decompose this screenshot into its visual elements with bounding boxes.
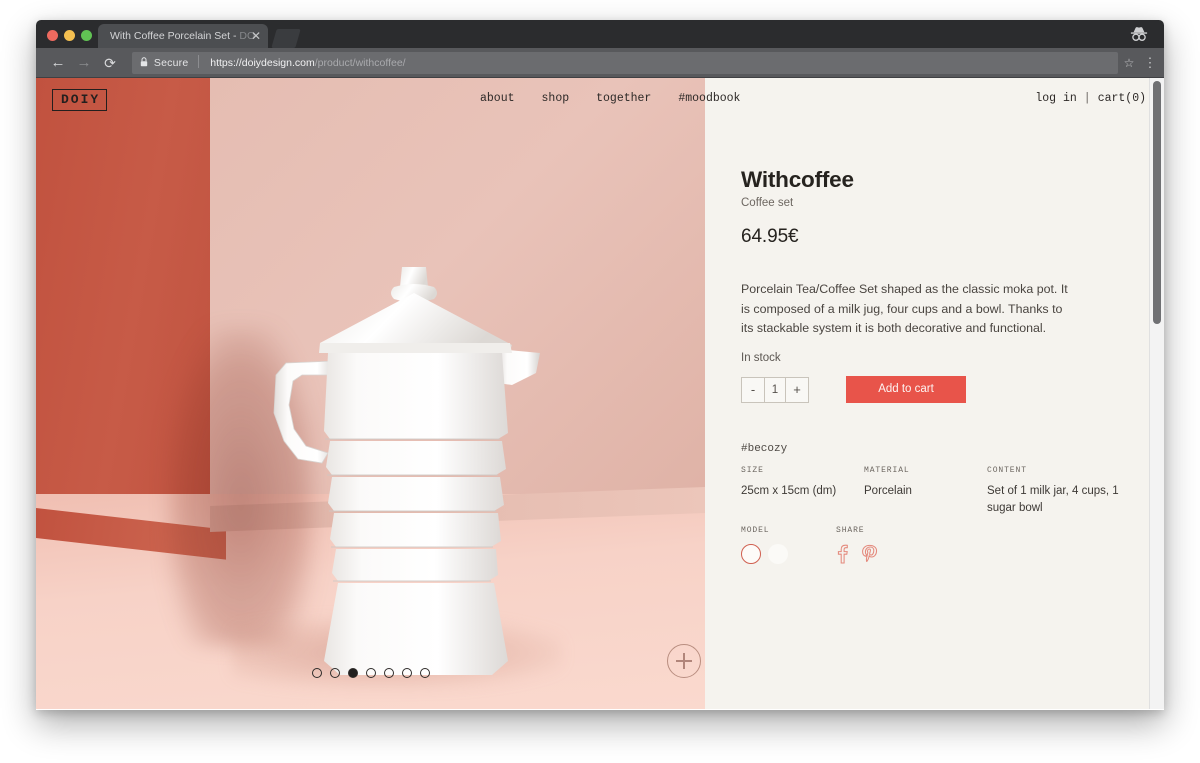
product-title: Withcoffee — [741, 167, 854, 192]
secure-label: Secure — [153, 57, 189, 69]
model-swatch-list — [741, 544, 788, 564]
bookmark-star-icon[interactable]: ☆ — [1118, 48, 1140, 78]
new-tab-button[interactable] — [271, 29, 301, 48]
close-icon[interactable]: ✕ — [251, 24, 261, 48]
quantity-input[interactable]: 1 — [764, 378, 786, 402]
page-viewport: DOIY about shop together #moodbook log i… — [36, 78, 1164, 709]
browser-tab-title: With Coffee Porcelain Set - — [110, 30, 240, 42]
product-specs: SIZE 25cm x 15cm (dm) MATERIAL Porcelain… — [741, 466, 1131, 518]
pinterest-icon[interactable] — [861, 544, 878, 564]
back-icon[interactable]: ← — [46, 48, 70, 78]
spec-material: MATERIAL Porcelain — [864, 466, 987, 518]
spec-content-label: CONTENT — [987, 466, 1027, 475]
browser-window: With Coffee Porcelain Set - DO ✕ ← → ⟳ S… — [36, 20, 1164, 710]
share-icon-list — [836, 544, 878, 564]
model-label: MODEL — [741, 526, 770, 535]
omnibox-divider — [198, 55, 200, 68]
login-link[interactable]: log in — [1035, 92, 1076, 105]
quantity-increment-button[interactable]: + — [786, 378, 808, 402]
spec-size-label: SIZE — [741, 466, 764, 475]
spec-size: SIZE 25cm x 15cm (dm) — [741, 466, 864, 518]
browser-tab-strip: With Coffee Porcelain Set - DO ✕ — [36, 20, 1164, 48]
carousel-dot-6[interactable] — [401, 668, 412, 678]
browser-toolbar: ← → ⟳ Secure https://doiydesign.com/prod… — [36, 48, 1164, 78]
product-info-panel: Withcoffee Coffee set 64.95€ Porcelain T… — [705, 78, 1164, 709]
main-nav: about shop together #moodbook — [480, 92, 740, 105]
nav-item-about[interactable]: about — [480, 92, 515, 105]
product-gallery[interactable] — [36, 78, 705, 709]
url-host: https://doiydesign.com — [210, 57, 315, 69]
model-selector: MODEL — [741, 526, 788, 564]
share-block: SHARE — [836, 526, 878, 564]
carousel-dot-1[interactable] — [311, 668, 322, 678]
nav-item-moodbook[interactable]: #moodbook — [678, 92, 740, 105]
incognito-icon — [1130, 27, 1148, 41]
spec-material-value: Porcelain — [864, 485, 912, 497]
model-swatch-white-plain[interactable] — [768, 544, 788, 564]
carousel-dot-4[interactable] — [365, 668, 376, 678]
window-minimize-button[interactable] — [64, 30, 75, 41]
model-swatch-white-outlined[interactable] — [741, 544, 761, 564]
site-header: DOIY about shop together #moodbook log i… — [36, 78, 1164, 122]
browser-menu-icon[interactable]: ⋮ — [1140, 48, 1160, 78]
stock-status: In stock — [741, 352, 781, 364]
spec-material-label: MATERIAL — [864, 466, 910, 475]
share-label: SHARE — [836, 526, 865, 535]
zoom-in-button[interactable] — [667, 644, 701, 678]
nav-item-shop[interactable]: shop — [542, 92, 570, 105]
quantity-stepper[interactable]: - 1 + — [741, 377, 809, 403]
window-close-button[interactable] — [47, 30, 58, 41]
account-nav: log in | cart(0) — [1035, 92, 1146, 105]
carousel-dots[interactable] — [36, 668, 705, 678]
product-description: Porcelain Tea/Coffee Set shaped as the c… — [741, 282, 1068, 336]
lock-icon — [140, 57, 148, 67]
url-path: /product/withcoffee/ — [314, 57, 406, 69]
page-scrollbar[interactable] — [1149, 78, 1164, 709]
product-subtitle: Coffee set — [741, 197, 794, 209]
carousel-dot-3[interactable] — [347, 668, 358, 678]
carousel-dot-7[interactable] — [419, 668, 430, 678]
carousel-dot-5[interactable] — [383, 668, 394, 678]
product-image-moka-pot — [273, 267, 540, 675]
address-bar[interactable]: Secure https://doiydesign.com/product/wi… — [132, 52, 1118, 74]
facebook-icon[interactable] — [836, 544, 849, 564]
nav-item-together[interactable]: together — [596, 92, 651, 105]
forward-icon[interactable]: → — [72, 48, 96, 78]
quantity-decrement-button[interactable]: - — [742, 378, 764, 402]
product-hashtag[interactable]: #becozy — [741, 443, 787, 455]
window-maximize-button[interactable] — [81, 30, 92, 41]
cart-link[interactable]: cart(0) — [1098, 92, 1146, 105]
spec-content-value: Set of 1 milk jar, 4 cups, 1 sugar bowl — [987, 485, 1119, 515]
spec-size-value: 25cm x 15cm (dm) — [741, 485, 837, 497]
browser-tab[interactable]: With Coffee Porcelain Set - DO ✕ — [98, 24, 268, 48]
add-to-cart-button[interactable]: Add to cart — [846, 376, 966, 403]
carousel-dot-2[interactable] — [329, 668, 340, 678]
reload-icon[interactable]: ⟳ — [98, 48, 122, 78]
site-logo[interactable]: DOIY — [52, 89, 108, 111]
product-price: 64.95€ — [741, 226, 799, 247]
account-nav-separator: | — [1083, 92, 1091, 105]
spec-content: CONTENT Set of 1 milk jar, 4 cups, 1 sug… — [987, 466, 1127, 518]
